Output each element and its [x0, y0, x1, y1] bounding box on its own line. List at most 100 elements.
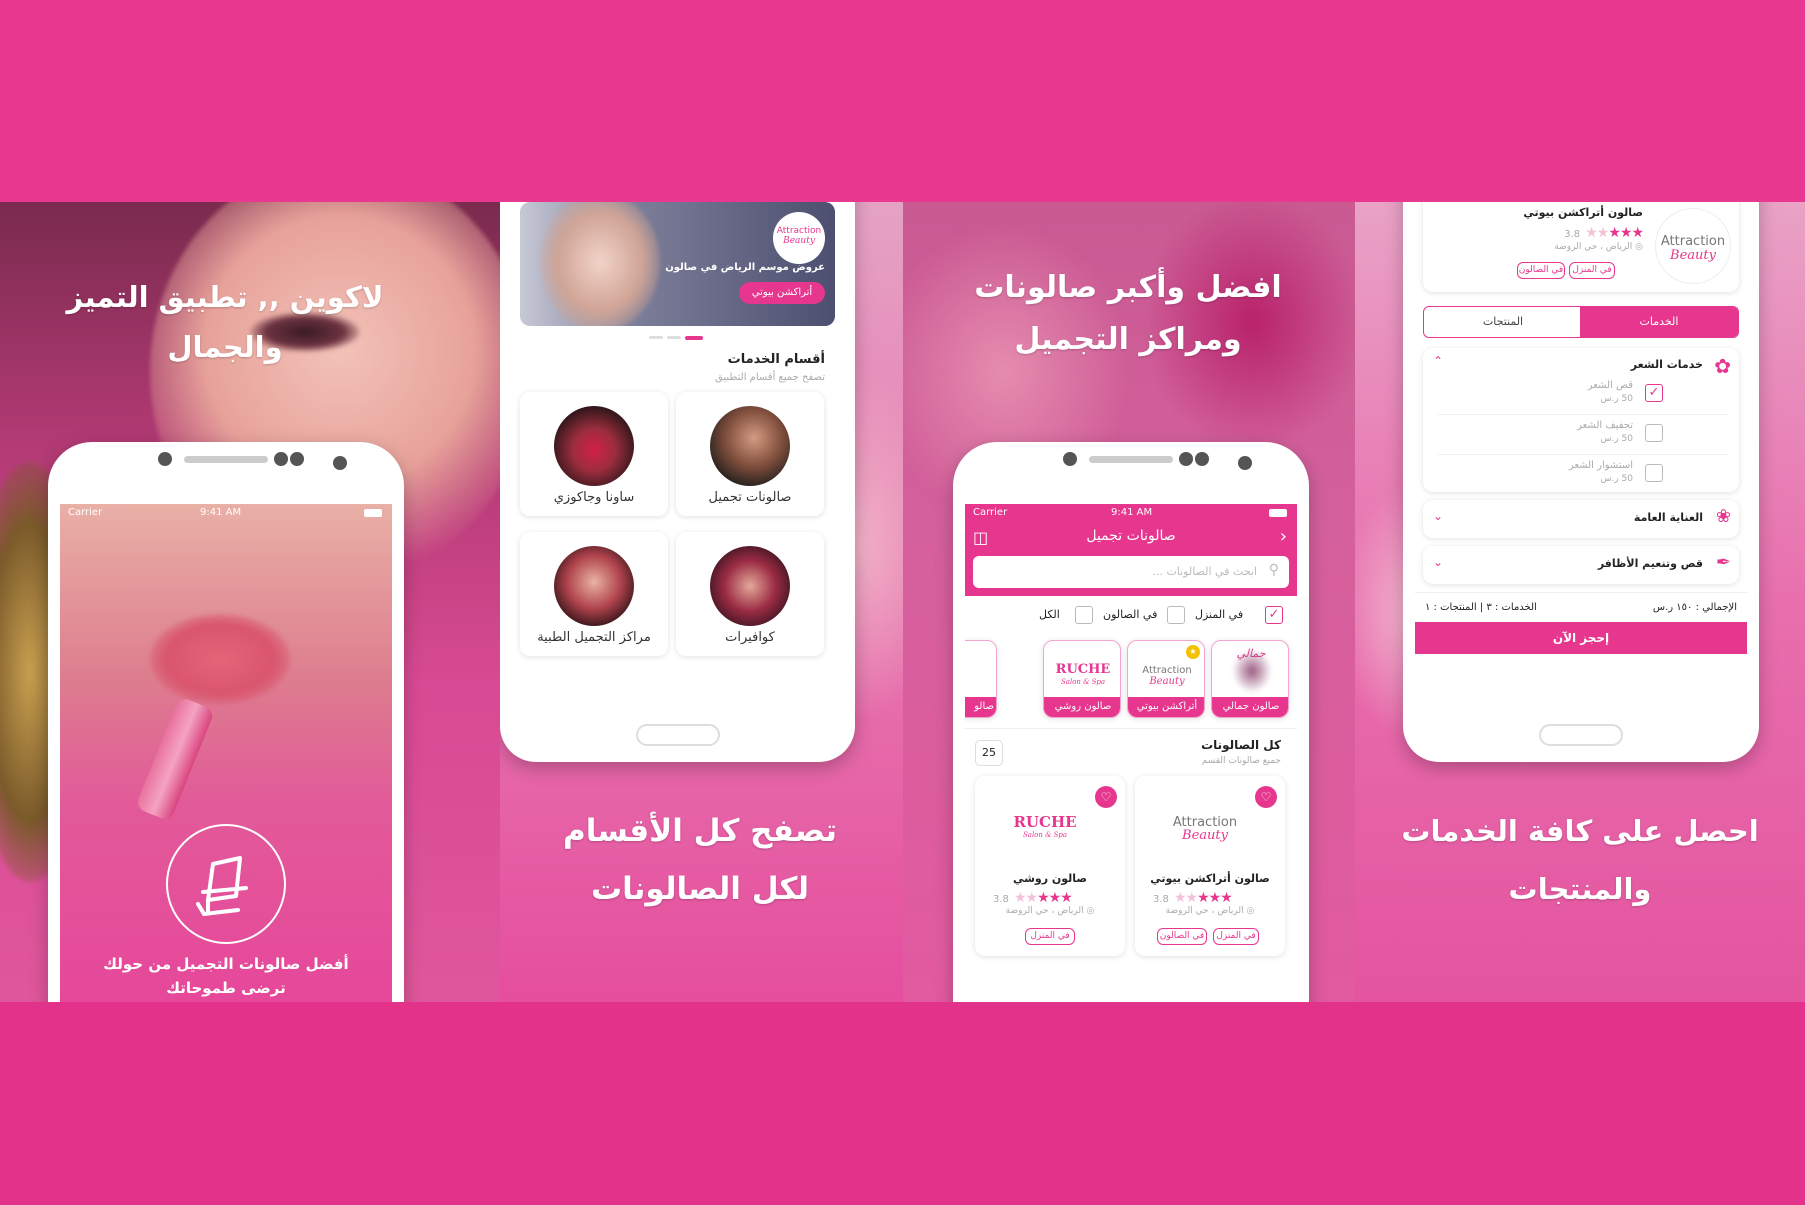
- sensor: [333, 456, 347, 470]
- app-bar: Carrier 9:41 AM ◫ صالونات تجميل › ⚲ ابحث…: [965, 504, 1297, 596]
- divider: [1415, 592, 1747, 593]
- rating-value: 3.8: [1153, 894, 1169, 905]
- sensor: [274, 452, 288, 466]
- category-card[interactable]: مراكز التجميل الطبية: [520, 532, 668, 656]
- lips-shape: [150, 614, 290, 704]
- logo-line: Attraction: [776, 226, 822, 236]
- front-camera: [158, 452, 172, 466]
- logo-line: Beauty: [1149, 676, 1185, 687]
- logo-line: RUCHE: [1055, 662, 1111, 677]
- care-icon: ❀: [1715, 506, 1731, 527]
- headline-line: لاكوين ,, تطبيق التميز: [66, 280, 384, 314]
- section-subtitle: تصفح جميع أقسام التطبيق: [715, 372, 825, 383]
- service-price: 50 ر.س: [1600, 434, 1633, 444]
- logo-line: RUCHE: [1013, 813, 1077, 831]
- salon-logo: Attraction Beauty: [1655, 208, 1731, 284]
- logo-line: Beauty: [1670, 248, 1716, 263]
- service-checkbox[interactable]: [1645, 464, 1663, 482]
- pin-icon: ◎: [1086, 906, 1095, 916]
- service-checkbox[interactable]: [1645, 424, 1663, 442]
- favorite-heart-icon[interactable]: ♡: [1095, 786, 1117, 808]
- splash-screen: Carrier 9:41 AM أفضل صالونات التجميل من …: [60, 504, 392, 1002]
- speaker: [184, 456, 268, 463]
- category-image: [554, 406, 634, 486]
- service-group-care[interactable]: ❀ العناية العامة ⌄: [1423, 500, 1739, 538]
- category-label: ساونا وجاكوزي: [553, 490, 635, 505]
- headline-line: احصل على كافة الخدمات: [1401, 814, 1759, 848]
- category-label: كوافيرات: [725, 630, 775, 645]
- carrier-label: Carrier: [68, 507, 103, 518]
- chevron-up-icon[interactable]: ⌃: [1433, 354, 1443, 368]
- category-image: [554, 546, 634, 626]
- speaker: [1089, 456, 1173, 463]
- divider: [965, 728, 1297, 729]
- salon-logo: RUCHE Salon & Spa: [1044, 662, 1120, 689]
- service-name: استشوار الشعر: [1568, 460, 1633, 471]
- featured-salon-card[interactable]: صالو: [965, 640, 997, 718]
- service-tag: في الصالون: [1517, 262, 1565, 279]
- home-button[interactable]: [636, 724, 720, 746]
- panel2-headline: تصفح كل الأقسام لكل الصالونات: [520, 802, 880, 918]
- top-band: [0, 0, 1805, 202]
- chevron-down-icon[interactable]: ⌄: [1433, 509, 1443, 523]
- salon-name: صالون أتراكشن بيوتي: [1523, 206, 1643, 219]
- summary-total: الإجمالي : ١٥٠ ر.س: [1652, 602, 1737, 613]
- divider: [1437, 414, 1727, 415]
- panel4-headline: احصل على كافة الخدمات والمنتجات: [1365, 802, 1795, 918]
- headline-line: لكل الصالونات: [590, 871, 810, 907]
- filter-label: الكل: [1039, 608, 1060, 621]
- nail-polish-icon: ✒: [1715, 552, 1731, 573]
- hair-icon: ✿: [1714, 354, 1731, 378]
- headline-line: والجمال: [167, 330, 283, 364]
- filter-salon-checkbox[interactable]: [1167, 606, 1185, 624]
- salon-name: صالون أتراكشن بيوتي: [1150, 872, 1270, 885]
- favorite-heart-icon[interactable]: ♡: [1255, 786, 1277, 808]
- location-text: الرياض ، حي الروضة: [1005, 906, 1084, 916]
- sensor: [290, 452, 304, 466]
- promo-panel-2: Attraction Beauty عروض موسم الرياض في صا…: [500, 202, 903, 1002]
- featured-salon-card[interactable]: RUCHE Salon & Spa صالون روشي: [1043, 640, 1121, 718]
- promo-panel-1: لاكوين ,, تطبيق التميز والجمال Carrier 9…: [0, 202, 500, 1002]
- salon-card[interactable]: ♡ RUCHE Salon & Spa صالون روشي 3.8 ★★★★★…: [975, 776, 1125, 956]
- service-group-nails[interactable]: ✒ قص وتنعيم الأظافر ⌄: [1423, 546, 1739, 584]
- featured-salon-card[interactable]: ★ Attraction Beauty أتراكشن بيوتي: [1127, 640, 1205, 718]
- featured-salon-name: أتراكشن بيوتي: [1128, 697, 1204, 717]
- category-card[interactable]: ساونا وجاكوزي: [520, 392, 668, 516]
- search-field[interactable]: ⚲ ابحث في الصالونات ...: [973, 556, 1289, 588]
- service-tag: في المنزل: [1025, 928, 1075, 945]
- service-checkbox[interactable]: ✓: [1645, 384, 1663, 402]
- summary-counts: الخدمات : ٣ | المنتجات : ١: [1425, 602, 1537, 613]
- book-now-button[interactable]: إحجز الآن: [1415, 622, 1747, 654]
- logo-line: Beauty: [1182, 828, 1228, 843]
- service-tag: في المنزل: [1213, 928, 1259, 945]
- star-icon: ★★: [1014, 890, 1038, 906]
- salon-logo-art: [1232, 649, 1272, 693]
- star-icon: ★★: [1585, 225, 1609, 241]
- battery-icon: [364, 509, 382, 517]
- filter-all-checkbox[interactable]: [1075, 606, 1093, 624]
- chevron-right-icon[interactable]: ›: [1280, 526, 1287, 547]
- tab-products[interactable]: المنتجات: [1424, 307, 1582, 337]
- star-icon: ★★★: [1197, 890, 1233, 906]
- home-button[interactable]: [1539, 724, 1623, 746]
- location-text: الرياض ، حي الروضة: [1554, 242, 1633, 252]
- section-subtitle: جميع صالونات القسم: [1201, 756, 1281, 766]
- category-label: مراكز التجميل الطبية: [537, 630, 651, 645]
- offer-banner[interactable]: Attraction Beauty عروض موسم الرياض في صا…: [520, 202, 835, 326]
- featured-salon-card[interactable]: جمالي صالون جمالي: [1211, 640, 1289, 718]
- filter-home-checkbox[interactable]: ✓: [1265, 606, 1283, 624]
- panel1-headline: لاكوين ,, تطبيق التميز والجمال: [40, 272, 410, 372]
- salon-location: ◎ الرياض ، حي الروضة: [1554, 242, 1643, 252]
- logo-line: Attraction: [1142, 665, 1192, 676]
- tab-services[interactable]: الخدمات: [1580, 307, 1738, 337]
- star-icon: ★★: [1174, 890, 1198, 906]
- chevron-down-icon[interactable]: ⌄: [1433, 555, 1443, 569]
- phone-frame: Attraction Beauty صالون أتراكشن بيوتي ★★…: [1403, 202, 1759, 762]
- headline-line: ومراكز التجميل: [1014, 322, 1242, 357]
- banner-title: عروض موسم الرياض في صالون: [665, 262, 825, 273]
- category-card[interactable]: صالونات تجميل: [676, 392, 824, 516]
- salon-card[interactable]: ♡ Attraction Beauty صالون أتراكشن بيوتي …: [1135, 776, 1285, 956]
- category-card[interactable]: كوافيرات: [676, 532, 824, 656]
- logo-line: Beauty: [783, 236, 815, 246]
- banner-salon-button[interactable]: أتراكشن بيوتي: [739, 282, 825, 304]
